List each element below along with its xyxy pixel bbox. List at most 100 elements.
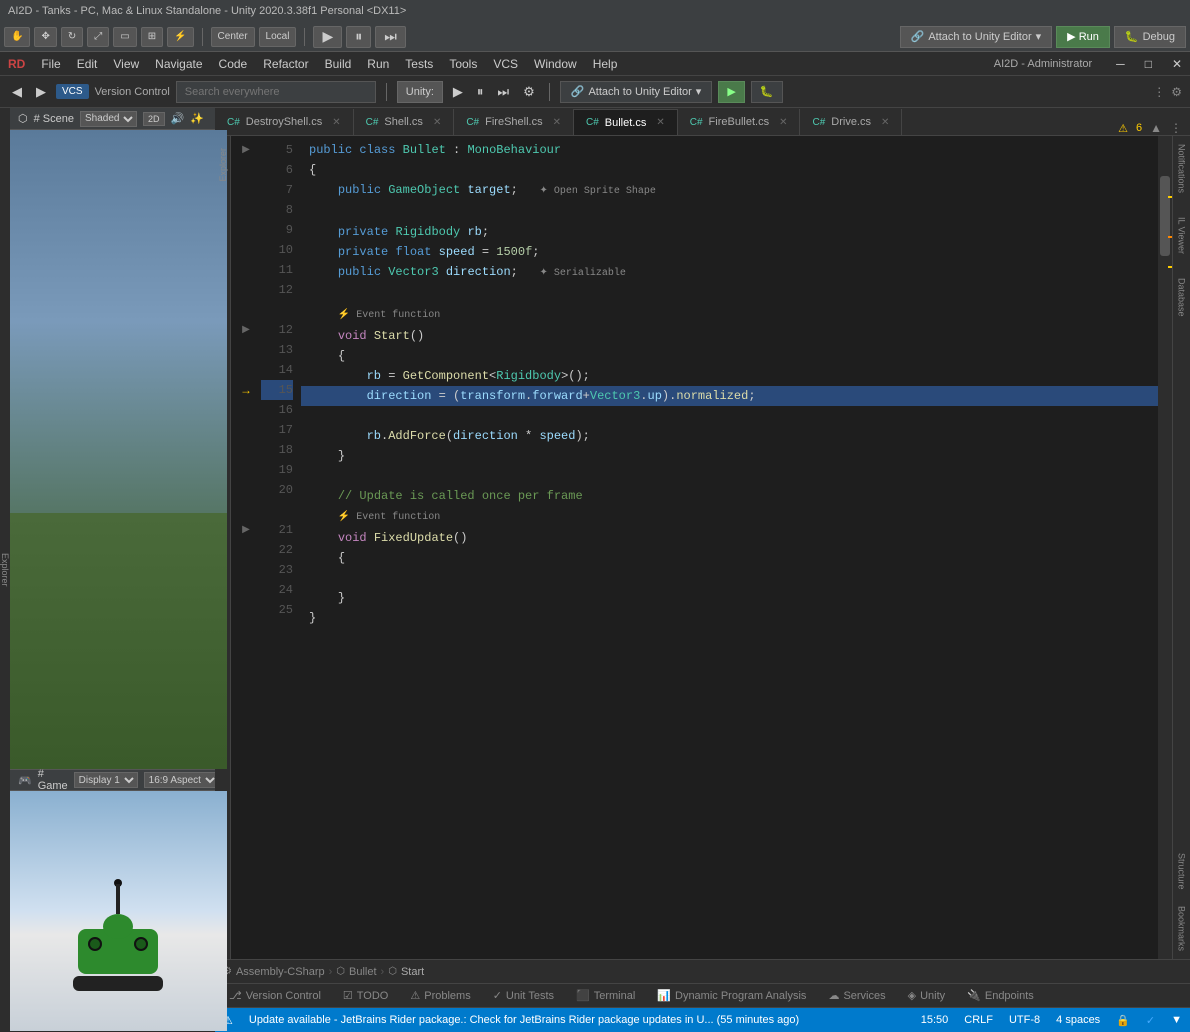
scale-tool-btn[interactable]: ⤢	[87, 27, 109, 47]
play-button[interactable]: ▶	[313, 26, 342, 48]
status-indent[interactable]: 4 spaces	[1056, 1014, 1100, 1027]
scene-sound-btn[interactable]: 🔊	[171, 112, 185, 125]
pause-button[interactable]: ⏸	[346, 26, 371, 48]
status-encoding[interactable]: UTF-8	[1009, 1014, 1040, 1027]
tab-bar-more[interactable]: ⋮	[1170, 121, 1182, 135]
settings-btn[interactable]: ⚙	[1171, 85, 1182, 99]
version-control-label[interactable]: Version Control	[95, 86, 170, 98]
breadcrumb-class[interactable]: Bullet	[349, 966, 377, 978]
breadcrumb-method[interactable]: Start	[401, 966, 424, 978]
custom-tool-btn[interactable]: ⚡	[167, 27, 193, 47]
unity-step-btn[interactable]: ⏭	[493, 82, 513, 102]
menu-code[interactable]: Code	[219, 57, 248, 71]
search-everywhere-input[interactable]	[176, 81, 376, 103]
hand-tool-btn[interactable]: ✋	[4, 27, 30, 47]
menu-run[interactable]: Run	[367, 57, 389, 71]
btab-problems[interactable]: ⚠ Problems	[400, 987, 480, 1004]
tab-drive[interactable]: C# Drive.cs ✕	[800, 109, 902, 135]
menu-navigate[interactable]: Navigate	[155, 57, 202, 71]
menu-help[interactable]: Help	[593, 57, 618, 71]
code-line-8	[309, 202, 1150, 222]
btab-todo[interactable]: ☑ TODO	[333, 987, 398, 1004]
menu-tests[interactable]: Tests	[405, 57, 433, 71]
breadcrumb-assembly[interactable]: Assembly-CSharp	[236, 966, 325, 978]
btab-unit-tests[interactable]: ✓ Unit Tests	[483, 987, 564, 1004]
tab-destroyshell[interactable]: C# DestroyShell.cs ✕	[215, 109, 354, 135]
scrollbar-thumb[interactable]	[1160, 176, 1170, 256]
step-button[interactable]: ⏭	[375, 26, 406, 48]
more-btn[interactable]: ⋮	[1153, 85, 1165, 99]
tab-close-shell[interactable]: ✕	[433, 117, 441, 128]
pivot-local-btn[interactable]: Local	[259, 27, 297, 47]
2d-toggle[interactable]: 2D	[143, 112, 165, 126]
move-tool-btn[interactable]: ✥	[34, 27, 56, 47]
attach-to-unity-button[interactable]: 🔗 Attach to Unity Editor ▾	[900, 26, 1053, 48]
database-tab[interactable]: Database	[1175, 270, 1189, 325]
ln-11: 11	[261, 260, 293, 280]
code-content[interactable]: public class Bullet : MonoBehaviour { pu…	[301, 136, 1158, 959]
tab-firebullet[interactable]: C# FireBullet.cs ✕	[678, 109, 801, 135]
tab-icon-shell: C#	[366, 117, 379, 128]
rotate-tool-btn[interactable]: ↻	[61, 27, 83, 47]
back-btn[interactable]: ◀	[8, 82, 26, 102]
menu-vcs[interactable]: VCS	[493, 57, 518, 71]
menu-view[interactable]: View	[113, 57, 139, 71]
tab-close-destroyshell[interactable]: ✕	[332, 117, 340, 128]
aspect-dropdown[interactable]: 16:9 Aspect	[144, 772, 219, 788]
explorer-strip[interactable]: Explorer	[0, 108, 10, 1031]
tab-shell[interactable]: C# Shell.cs ✕	[354, 109, 455, 135]
unity-config-btn[interactable]: ⚙	[519, 82, 539, 102]
btab-dpa[interactable]: 📊 Dynamic Program Analysis	[647, 987, 816, 1004]
status-line-ending[interactable]: CRLF	[964, 1014, 993, 1027]
menu-file[interactable]: File	[41, 57, 60, 71]
tab-close-bullet[interactable]: ✕	[656, 117, 664, 128]
btab-unity[interactable]: ◈ Unity	[898, 987, 956, 1004]
run-button[interactable]: ▶ Run	[1056, 26, 1110, 48]
pivot-center-btn[interactable]: Center	[211, 27, 255, 47]
btab-vcs[interactable]: ⎇ Version Control	[219, 987, 331, 1004]
transform-tool-btn[interactable]: ⊞	[141, 27, 163, 47]
game-view[interactable]	[10, 791, 227, 1031]
ln-24: 24	[261, 580, 293, 600]
rect-tool-btn[interactable]: ▭	[113, 27, 136, 47]
rider-debug-btn[interactable]: 🐛	[751, 81, 783, 103]
menu-refactor[interactable]: Refactor	[263, 57, 308, 71]
shading-dropdown[interactable]: Shaded	[80, 111, 137, 127]
status-expand-icon[interactable]: ▼	[1171, 1014, 1182, 1027]
forward-btn[interactable]: ▶	[32, 82, 50, 102]
minimize-btn[interactable]: ─	[1116, 57, 1125, 71]
btab-endpoints[interactable]: 🔌 Endpoints	[957, 987, 1044, 1004]
tab-fireshell[interactable]: C# FireShell.cs ✕	[454, 109, 574, 135]
menu-edit[interactable]: Edit	[77, 57, 98, 71]
close-btn[interactable]: ✕	[1172, 57, 1182, 71]
display-dropdown[interactable]: Display 1	[74, 772, 138, 788]
bookmarks-strip[interactable]: Bookmarks	[1175, 898, 1189, 959]
notifications-tab[interactable]: Notifications	[1175, 136, 1189, 201]
tab-close-firebullet[interactable]: ✕	[779, 117, 787, 128]
maximize-btn[interactable]: □	[1145, 57, 1152, 71]
code-line-20: // Update is called once per frame	[309, 486, 1150, 506]
btab-vcs-label: Version Control	[246, 990, 321, 1002]
menu-build[interactable]: Build	[325, 57, 352, 71]
btab-terminal[interactable]: ⬛ Terminal	[566, 987, 645, 1004]
tab-close-fireshell[interactable]: ✕	[553, 117, 561, 128]
explorer-sidebar-label[interactable]: Explorer	[216, 140, 230, 190]
btab-unit-tests-icon: ✓	[493, 989, 502, 1002]
unity-pause-btn[interactable]: ⏸	[473, 82, 488, 102]
menu-window[interactable]: Window	[534, 57, 577, 71]
code-line-14: rb = GetComponent<Rigidbody>();	[309, 366, 1150, 386]
scene-view[interactable]	[10, 130, 227, 769]
attach-unity-btn[interactable]: 🔗 Attach to Unity Editor ▾	[560, 81, 713, 103]
rider-run-btn[interactable]: ▶	[718, 81, 744, 103]
structure-strip[interactable]: Structure	[1175, 845, 1189, 898]
btab-services[interactable]: ☁ Services	[818, 987, 895, 1004]
tab-bullet[interactable]: C# Bullet.cs ✕	[574, 109, 678, 135]
code-scrollbar[interactable]	[1158, 136, 1172, 959]
tab-close-drive[interactable]: ✕	[881, 117, 889, 128]
tab-bar-chevron-up[interactable]: ▲	[1150, 121, 1162, 135]
scene-fx-btn[interactable]: ✨	[190, 112, 204, 125]
unity-play-btn[interactable]: ▶	[449, 82, 467, 102]
il-viewer-tab[interactable]: IL Viewer	[1175, 209, 1189, 262]
menu-tools[interactable]: Tools	[449, 57, 477, 71]
debug-button[interactable]: 🐛 Debug	[1114, 26, 1186, 48]
